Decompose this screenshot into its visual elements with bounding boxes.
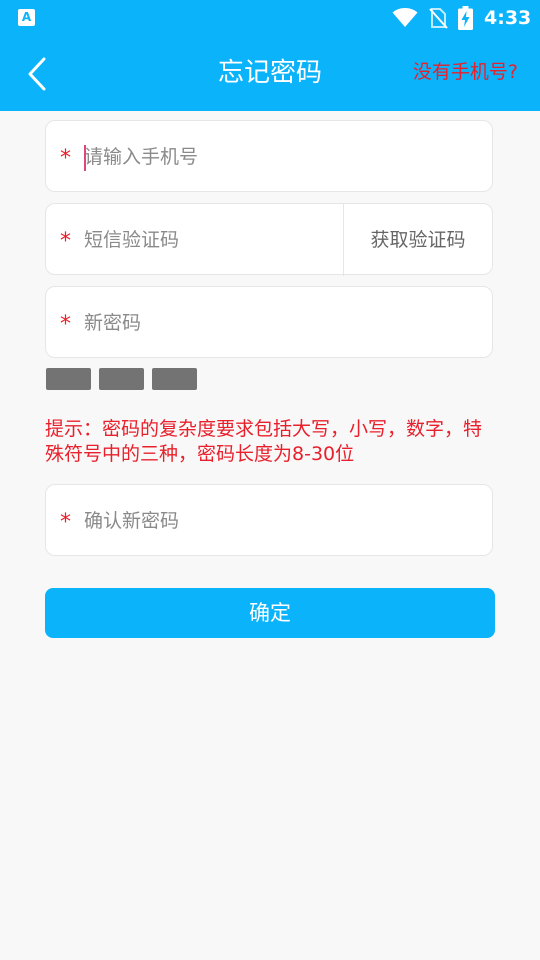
strength-bar-medium	[99, 368, 144, 390]
required-star: *	[60, 510, 71, 535]
app-notification-icon: A	[18, 9, 35, 26]
phone-field-card: *	[45, 120, 493, 193]
strength-bar-weak	[46, 368, 91, 390]
new-password-field-card: *	[45, 286, 493, 359]
required-star: *	[60, 146, 71, 171]
sms-code-input[interactable]	[84, 204, 334, 276]
app-bar: 忘记密码 没有手机号?	[0, 36, 540, 111]
status-bar: A 4:33	[0, 0, 540, 36]
sms-code-field-card: * 获取验证码	[45, 203, 493, 276]
confirm-password-input[interactable]	[84, 485, 464, 557]
battery-charging-icon	[458, 6, 473, 30]
new-password-input[interactable]	[84, 287, 464, 359]
password-hint: 提示：密码的复杂度要求包括大写，小写，数字，特殊符号中的三种，密码长度为8-30…	[45, 418, 483, 465]
text-cursor	[84, 145, 86, 171]
required-star: *	[60, 312, 71, 337]
chevron-left-icon	[28, 57, 46, 91]
confirm-password-field-card: *	[45, 484, 493, 557]
strength-bar-strong	[152, 368, 197, 390]
no-sim-icon	[429, 8, 448, 29]
phone-input[interactable]	[84, 121, 464, 193]
back-button[interactable]	[18, 54, 58, 94]
required-star: *	[60, 229, 71, 254]
get-code-button[interactable]: 获取验证码	[343, 204, 492, 276]
status-time: 4:33	[484, 7, 532, 29]
confirm-button[interactable]: 确定	[45, 588, 495, 638]
no-phone-link[interactable]: 没有手机号?	[413, 58, 518, 86]
wifi-icon	[392, 8, 418, 27]
